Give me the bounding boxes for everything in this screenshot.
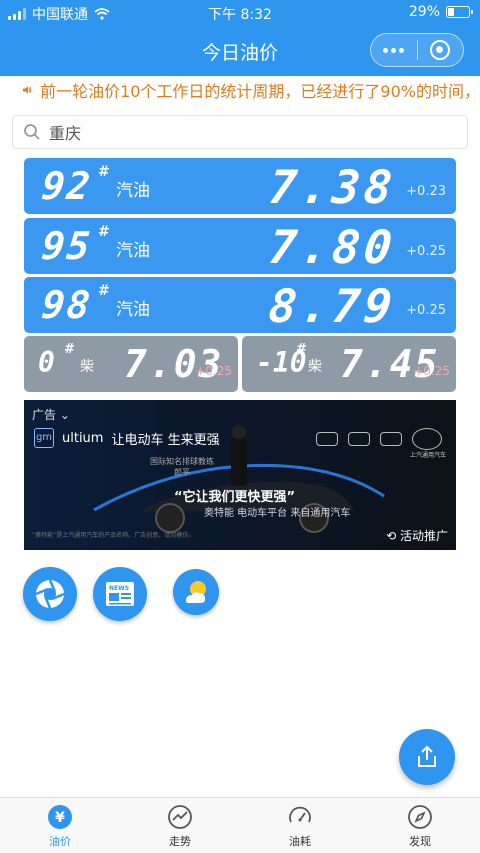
ad-banner[interactable]: 广告 ⌄ gm ultium 让电动车 生来更强 上汽通用汽车 国际知名排球教练… <box>24 400 456 550</box>
fuel-card-92[interactable]: 92 # 汽油 7.38 +0.23 <box>24 158 456 214</box>
more-dots-icon <box>383 47 405 53</box>
fuel-price: 7.80 <box>266 220 399 274</box>
share-icon <box>418 745 436 767</box>
fuel-card-98[interactable]: 98 # 汽油 8.79 +0.25 <box>24 277 456 333</box>
diesel-type: 柴 <box>308 359 322 375</box>
more-button[interactable] <box>371 34 417 66</box>
car-brand-logos <box>316 428 442 450</box>
svg-text:¥: ¥ <box>55 810 65 826</box>
fuel-price: 8.79 <box>266 279 399 333</box>
fuel-grade: 98 <box>39 283 95 327</box>
status-bar: 中国联通 下午 8:32 29% <box>0 0 480 26</box>
ad-slogan: “它让我们更快更强” <box>174 490 296 505</box>
tab-oil-price[interactable]: ¥ 油价 <box>0 798 120 853</box>
fuel-card-95[interactable]: 95 # 汽油 7.80 +0.25 <box>24 218 456 274</box>
mini-program-capsule <box>370 33 464 67</box>
fuel-change: +0.23 <box>406 184 446 199</box>
fuel-price: 7.38 <box>266 160 399 214</box>
fuel-hash: # <box>98 283 110 299</box>
tab-label: 油耗 <box>289 835 311 848</box>
fuel-change: +0.25 <box>406 244 446 259</box>
diesel-type: 柴 <box>80 359 94 375</box>
fuel-grade: 92 <box>39 164 95 208</box>
city-search-input[interactable]: 重庆 <box>12 115 468 149</box>
speaker-icon <box>22 86 32 94</box>
close-button[interactable] <box>418 34 464 66</box>
diesel-hash: # <box>64 342 75 357</box>
news-shortcut-button[interactable]: NEWS <box>93 567 147 621</box>
compass-icon <box>408 805 432 829</box>
diesel-hash: # <box>296 342 307 357</box>
fuel-type: 汽油 <box>116 300 150 320</box>
gm-logo-icon: gm <box>34 428 54 448</box>
tab-consumption[interactable]: 油耗 <box>240 798 360 853</box>
fuel-type: 汽油 <box>116 181 150 201</box>
trend-icon <box>168 805 192 829</box>
diesel-card-0[interactable]: 0 # 柴 7.03 +0.25 <box>24 336 238 392</box>
share-button[interactable] <box>399 729 455 785</box>
ad-fine-print: “奥特能”是上汽通用汽车的产品名称。广告创意，请勿模仿。 <box>32 532 195 539</box>
ad-brand-name: ultium <box>62 430 104 446</box>
notice-text: 前一轮油价10个工作日的统计周期，已经进行了90%的时间， <box>40 82 480 101</box>
ad-coach: 国际知名排球教练 郎平 <box>150 457 214 477</box>
weather-sun-cloud-icon <box>186 581 206 603</box>
saic-name: 上汽通用汽车 <box>409 452 446 459</box>
news-icon: NEWS <box>106 582 134 606</box>
aperture-icon <box>35 579 65 609</box>
gauge-icon <box>289 806 311 823</box>
target-icon <box>430 40 451 60</box>
camera-shortcut-button[interactable] <box>23 567 77 621</box>
diesel-grade: 0 <box>38 346 55 379</box>
svg-text:NEWS: NEWS <box>109 585 129 592</box>
ad-brand: gm ultium 让电动车 生来更强 <box>34 428 220 448</box>
fuel-change: +0.25 <box>406 303 446 318</box>
fuel-grade: 95 <box>39 224 95 268</box>
fuel-hash: # <box>98 224 110 240</box>
search-icon <box>24 124 40 140</box>
notice-bar: 前一轮油价10个工作日的统计周期，已经进行了90%的时间， <box>0 76 480 104</box>
tab-bar: ¥ 油价 走势 油耗 发现 <box>0 797 480 853</box>
ad-tagline: 让电动车 生来更强 <box>111 432 220 448</box>
battery-percent: 29% <box>408 4 440 20</box>
tab-label: 走势 <box>169 835 191 848</box>
oil-price-page: 中国联通 下午 8:32 29% 今日油价 前一轮油价10个工作日的统计周期，已… <box>0 0 480 853</box>
tab-discover[interactable]: 发现 <box>360 798 480 853</box>
fuel-hash: # <box>98 164 110 180</box>
diesel-card-minus10[interactable]: -10 # 柴 7.45 +0.25 <box>242 336 456 392</box>
diesel-change: +0.25 <box>195 364 232 378</box>
tab-label: 油价 <box>49 835 71 848</box>
ad-label: 广告 ⌄ <box>32 408 70 422</box>
ad-subtitle: 奥特能 电动车平台 来自通用汽车 <box>204 508 351 519</box>
tab-trend[interactable]: 走势 <box>120 798 240 853</box>
ad-promo-link[interactable]: ⟲ 活动推广 <box>386 527 448 544</box>
diesel-change: +0.25 <box>413 364 450 378</box>
weather-shortcut-button[interactable] <box>173 569 219 615</box>
header: 中国联通 下午 8:32 29% 今日油价 <box>0 0 480 76</box>
yuan-icon: ¥ <box>48 805 72 829</box>
battery-icon <box>446 6 473 18</box>
fuel-type: 汽油 <box>116 241 150 261</box>
city-value: 重庆 <box>49 124 82 143</box>
tab-label: 发现 <box>409 835 431 848</box>
